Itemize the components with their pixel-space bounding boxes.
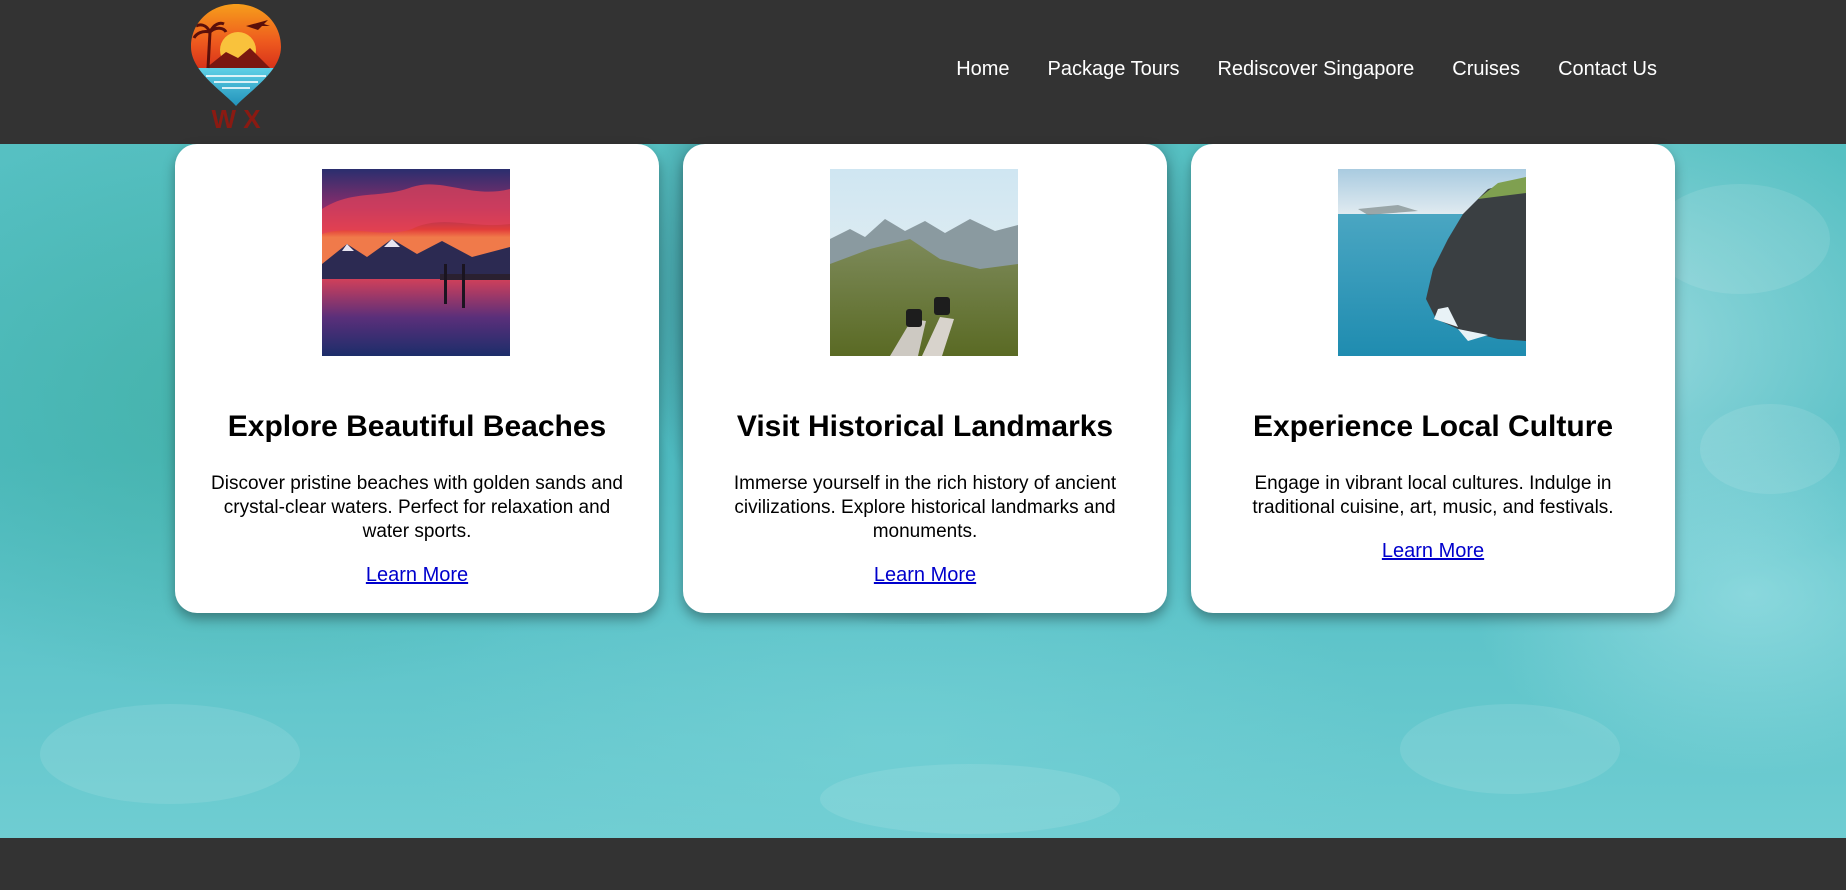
- card-description: Discover pristine beaches with golden sa…: [211, 473, 623, 542]
- main-nav: Home Package Tours Rediscover Singapore …: [918, 58, 1657, 81]
- card-image-mountain-lake: [322, 169, 510, 356]
- nav-cruises[interactable]: Cruises: [1452, 58, 1520, 81]
- card-title: Explore Beautiful Beaches: [227, 410, 607, 443]
- feature-card-beaches: Explore Beautiful Beaches Discover prist…: [175, 144, 659, 613]
- card-title: Experience Local Culture: [1252, 410, 1614, 443]
- logo-text: W X: [211, 104, 261, 132]
- nav-contact-us[interactable]: Contact Us: [1558, 58, 1657, 81]
- card-image-mountain-view: [830, 169, 1018, 356]
- site-footer: [0, 838, 1846, 890]
- site-header: W X Home Package Tours Rediscover Singap…: [0, 0, 1846, 144]
- learn-more-link[interactable]: Learn More: [683, 564, 1167, 587]
- learn-more-link[interactable]: Learn More: [175, 564, 659, 587]
- card-title: Visit Historical Landmarks: [736, 410, 1114, 443]
- nav-package-tours[interactable]: Package Tours: [1048, 58, 1180, 81]
- card-description: Immerse yourself in the rich history of …: [733, 473, 1117, 542]
- card-description: Engage in vibrant local cultures. Indulg…: [1252, 473, 1614, 518]
- card-image-coastal-cliffs: [1338, 169, 1526, 356]
- nav-rediscover-singapore[interactable]: Rediscover Singapore: [1217, 58, 1414, 81]
- brand-logo[interactable]: W X: [186, 2, 286, 134]
- learn-more-link[interactable]: Learn More: [1191, 540, 1675, 563]
- feature-card-landmarks: Visit Historical Landmarks Immerse yours…: [683, 144, 1167, 613]
- nav-home[interactable]: Home: [956, 58, 1009, 81]
- feature-card-culture: Experience Local Culture Engage in vibra…: [1191, 144, 1675, 613]
- logo-pin-icon: W X: [191, 4, 281, 134]
